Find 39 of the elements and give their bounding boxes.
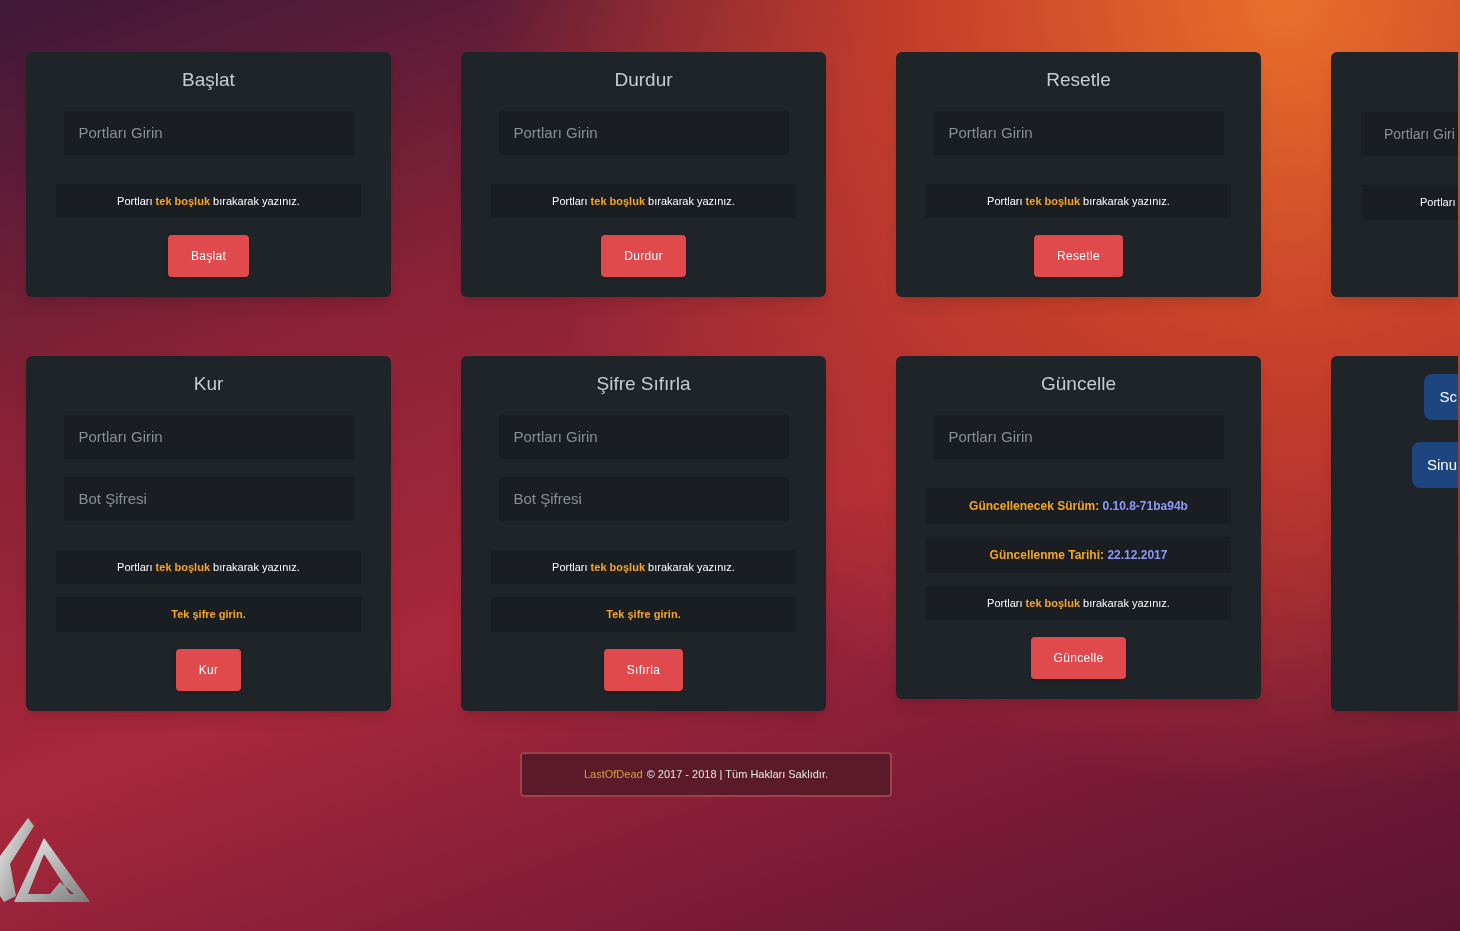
action-button[interactable]: Sc xyxy=(1424,374,1458,420)
logo-icon xyxy=(0,816,92,904)
hint-text: Portları tek boşluk bırakarak yazınız. xyxy=(926,585,1231,620)
action-button[interactable]: Sıfırla xyxy=(603,648,684,691)
action-button[interactable]: Resetle xyxy=(1034,235,1123,277)
action-button[interactable]: Durdur xyxy=(601,235,686,277)
action-button[interactable]: Kur xyxy=(175,648,242,691)
info-value: 0.10.8-71ba94b xyxy=(1102,498,1188,513)
card-title: Durdur xyxy=(614,68,673,92)
text-input[interactable]: Bot Şifresi xyxy=(63,476,354,521)
action-button[interactable]: Güncelle xyxy=(1030,637,1127,679)
hint-text: Portları tek boşluk bırakarak yazınız. xyxy=(926,183,1231,218)
text-input[interactable]: Bot Şifresi xyxy=(498,476,789,521)
text-input[interactable]: Portları Girin xyxy=(63,414,354,459)
card-title: Resetle xyxy=(1046,68,1111,92)
text-input[interactable]: Portları Girin xyxy=(498,110,789,155)
warning-text: Tek şifre girin. xyxy=(491,597,796,632)
text-input[interactable]: Portları Girin xyxy=(933,414,1224,459)
card-title: Şifre Sıfırla xyxy=(596,372,691,396)
card-title: Kur xyxy=(193,372,224,396)
text-input[interactable]: Portları Girin xyxy=(63,110,354,155)
action-button[interactable]: Sinu xyxy=(1411,442,1458,488)
hint-text: Portları tek boşluk bırakarak yazınız. xyxy=(56,183,361,218)
warning-text: Tek şifre girin. xyxy=(56,597,361,632)
info-label: Güncellenme Tarihi: xyxy=(989,547,1105,562)
brand-text: LastOfDead xyxy=(583,766,643,782)
port-input[interactable]: Portları Giri xyxy=(1361,112,1458,156)
info-label: Güncellenecek Sürüm: xyxy=(969,498,1100,513)
card-title: Başlat xyxy=(182,68,235,92)
hint-text: Portları tek boşluk bırakarak yazınız. xyxy=(56,549,361,584)
info-value: 22.12.2017 xyxy=(1107,547,1168,562)
text-input[interactable]: Portları Girin xyxy=(933,110,1224,155)
hint-text: Portları xyxy=(1362,185,1458,220)
hint-text: Portları tek boşluk bırakarak yazınız. xyxy=(491,183,796,218)
copyright-text: © 2017 - 2018 | Tüm Hakları Saklıdır. xyxy=(646,766,829,782)
action-button[interactable]: Başlat xyxy=(167,235,250,277)
card-title: Güncelle xyxy=(1041,372,1116,396)
hint-text: Portları tek boşluk bırakarak yazınız. xyxy=(491,549,796,584)
text-input[interactable]: Portları Girin xyxy=(498,414,789,459)
